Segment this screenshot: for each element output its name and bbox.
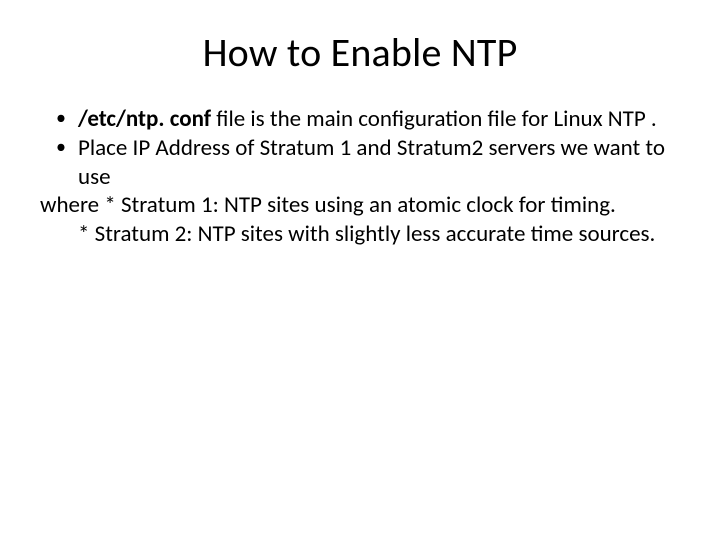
continuation-where: where * Stratum 1: NTP sites using an at…: [38, 191, 682, 220]
slide-content: • /etc/ntp. conf file is the main config…: [38, 105, 682, 249]
bullet-item-2: • Place IP Address of Stratum 1 and Stra…: [38, 134, 682, 192]
bullet-text-1-rest: file is the main configuration file for …: [211, 105, 657, 133]
bullet-icon: •: [56, 134, 78, 192]
continuation-stratum2: * Stratum 2: NTP sites with slightly les…: [38, 220, 682, 249]
slide-title: How to Enable NTP: [38, 28, 682, 77]
bullet-icon: •: [56, 105, 78, 134]
code-path: /etc/ntp. conf: [78, 105, 211, 133]
bullet-text-2: Place IP Address of Stratum 1 and Stratu…: [78, 134, 682, 192]
bullet-text-1: /etc/ntp. conf file is the main configur…: [78, 105, 682, 134]
slide: How to Enable NTP • /etc/ntp. conf file …: [0, 0, 720, 540]
bullet-item-1: • /etc/ntp. conf file is the main config…: [38, 105, 682, 134]
